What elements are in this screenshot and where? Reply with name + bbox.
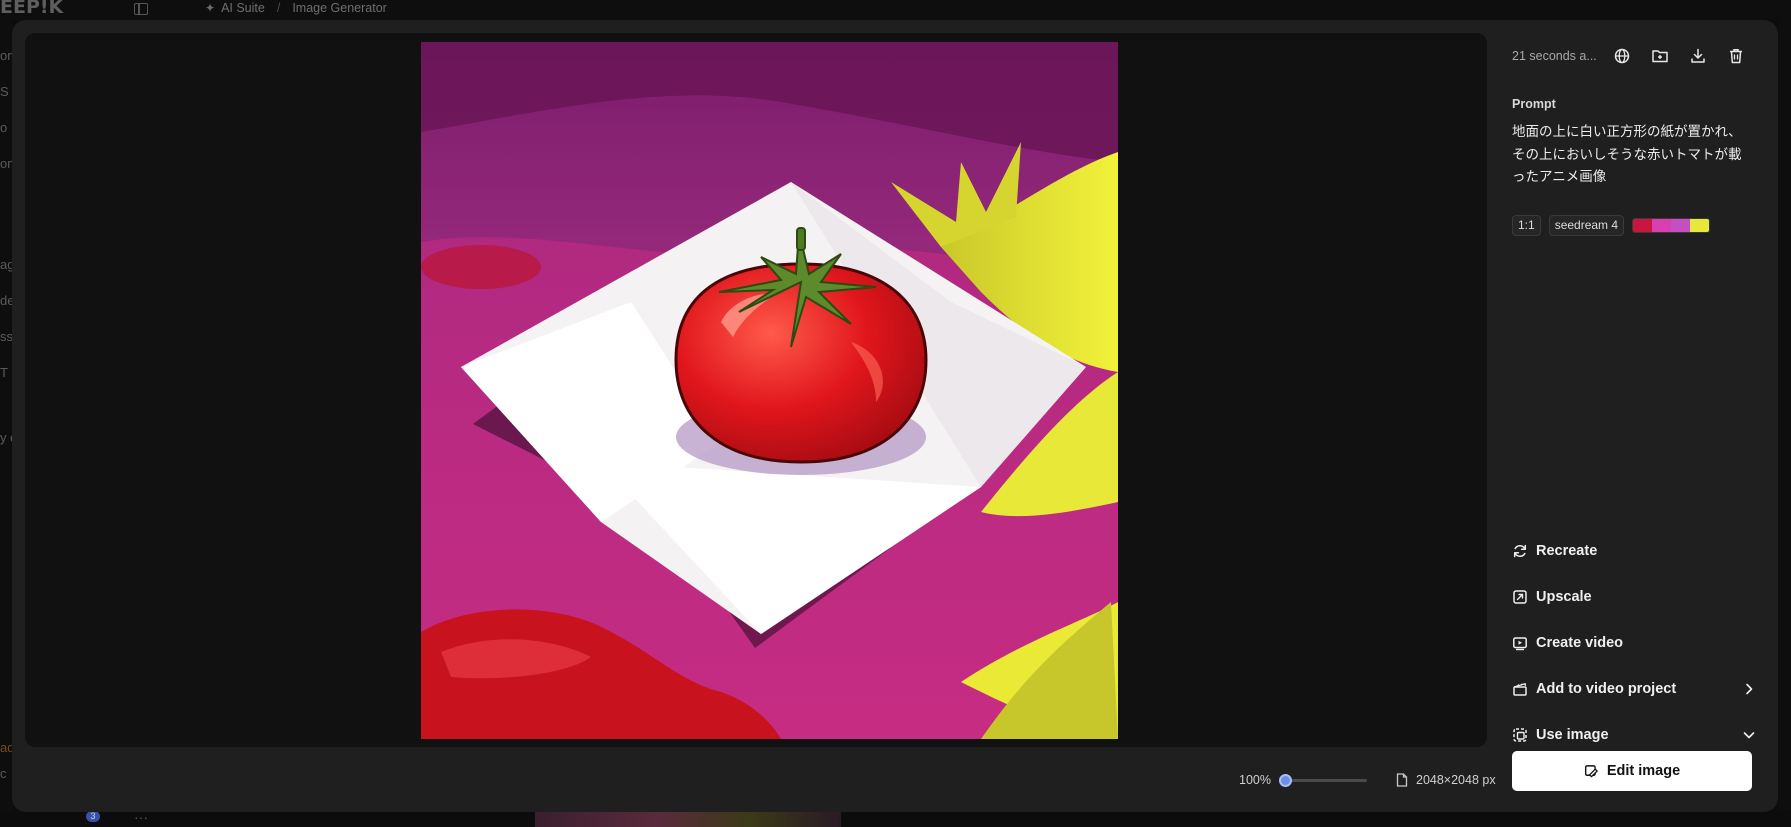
upscale-button[interactable]: Upscale [1512, 574, 1757, 620]
notification-badge: 3 [86, 811, 100, 822]
image-detail-modal: 100% 2048×2048 px 21 seconds a... Prompt… [12, 20, 1778, 812]
zoom-slider[interactable] [1278, 773, 1367, 787]
palette-swatch [1690, 219, 1710, 232]
generation-tags: 1:1 seedream 4 [1512, 215, 1711, 236]
zoom-level: 100% [1239, 773, 1271, 787]
edit-image-button[interactable]: Edit image [1512, 751, 1752, 791]
create-video-label: Create video [1536, 635, 1624, 651]
generated-image[interactable] [421, 42, 1118, 739]
color-palette [1632, 218, 1711, 233]
background-left-strip [0, 20, 12, 827]
app-logo: EEP!K [0, 0, 64, 18]
file-icon [1396, 773, 1408, 787]
background-nav-fragment: S [0, 84, 9, 99]
zoom-control: 100% [1239, 772, 1367, 788]
folder-add-icon[interactable] [1650, 46, 1670, 66]
model-tag: seedream 4 [1548, 215, 1625, 236]
add-to-video-project-label: Add to video project [1536, 681, 1677, 697]
clapperboard-icon [1513, 682, 1527, 696]
palette-swatch [1671, 219, 1691, 232]
action-list: Recreate Upscale Create video Add to vid… [1512, 528, 1757, 758]
background-right-strip [1778, 20, 1791, 810]
upscale-icon [1513, 590, 1527, 604]
breadcrumb-page[interactable]: Image Generator [292, 1, 387, 15]
prompt-text: 地面の上に白い正方形の紙が置かれ、その上においしそうな赤いトマトが載ったアニメ画… [1512, 124, 1742, 185]
upscale-label: Upscale [1536, 589, 1592, 605]
breadcrumb-suite[interactable]: AI Suite [221, 1, 265, 15]
details-panel: 21 seconds a... Prompt 地面の上に白い正方形の紙が置かれ、… [1512, 20, 1778, 812]
create-video-button[interactable]: Create video [1512, 620, 1757, 666]
trash-icon[interactable] [1726, 46, 1746, 66]
palette-swatch [1652, 219, 1672, 232]
image-viewer [25, 33, 1487, 747]
download-icon[interactable] [1688, 46, 1708, 66]
aspect-ratio-tag: 1:1 [1512, 215, 1541, 236]
palette-swatch [1633, 219, 1653, 232]
video-icon [1513, 637, 1527, 651]
image-stack-icon [1513, 728, 1527, 742]
use-image-label: Use image [1536, 727, 1609, 743]
dimensions-label: 2048×2048 px [1416, 773, 1496, 787]
background-bottom-strip [0, 812, 1791, 827]
image-dimensions: 2048×2048 px [1396, 772, 1496, 788]
prompt-label: Prompt [1512, 97, 1556, 111]
recreate-button[interactable]: Recreate [1512, 528, 1757, 574]
background-nav-fragment: c [0, 766, 7, 781]
background-thumbnail [535, 812, 841, 827]
sparkle-icon: ✦ [205, 1, 216, 15]
recreate-label: Recreate [1536, 543, 1598, 559]
edit-image-icon [1584, 764, 1598, 777]
background-nav-fragment: o [0, 120, 8, 135]
sidebar-toggle-icon[interactable] [134, 3, 148, 15]
panel-header: 21 seconds a... [1512, 46, 1762, 66]
globe-icon[interactable] [1612, 46, 1632, 66]
breadcrumb-separator: / [276, 1, 281, 15]
chevron-down-icon [1743, 732, 1755, 739]
refresh-icon [1513, 544, 1527, 558]
zoom-slider-thumb[interactable] [1278, 773, 1292, 787]
chevron-right-icon [1746, 683, 1753, 695]
edit-image-label: Edit image [1606, 763, 1681, 779]
add-to-video-project-button[interactable]: Add to video project [1512, 666, 1757, 712]
more-icon[interactable]: ··· [134, 810, 148, 824]
timestamp: 21 seconds a... [1512, 49, 1597, 63]
breadcrumb: ✦ AI Suite / Image Generator [205, 1, 387, 15]
background-nav-fragment: T [0, 365, 8, 380]
